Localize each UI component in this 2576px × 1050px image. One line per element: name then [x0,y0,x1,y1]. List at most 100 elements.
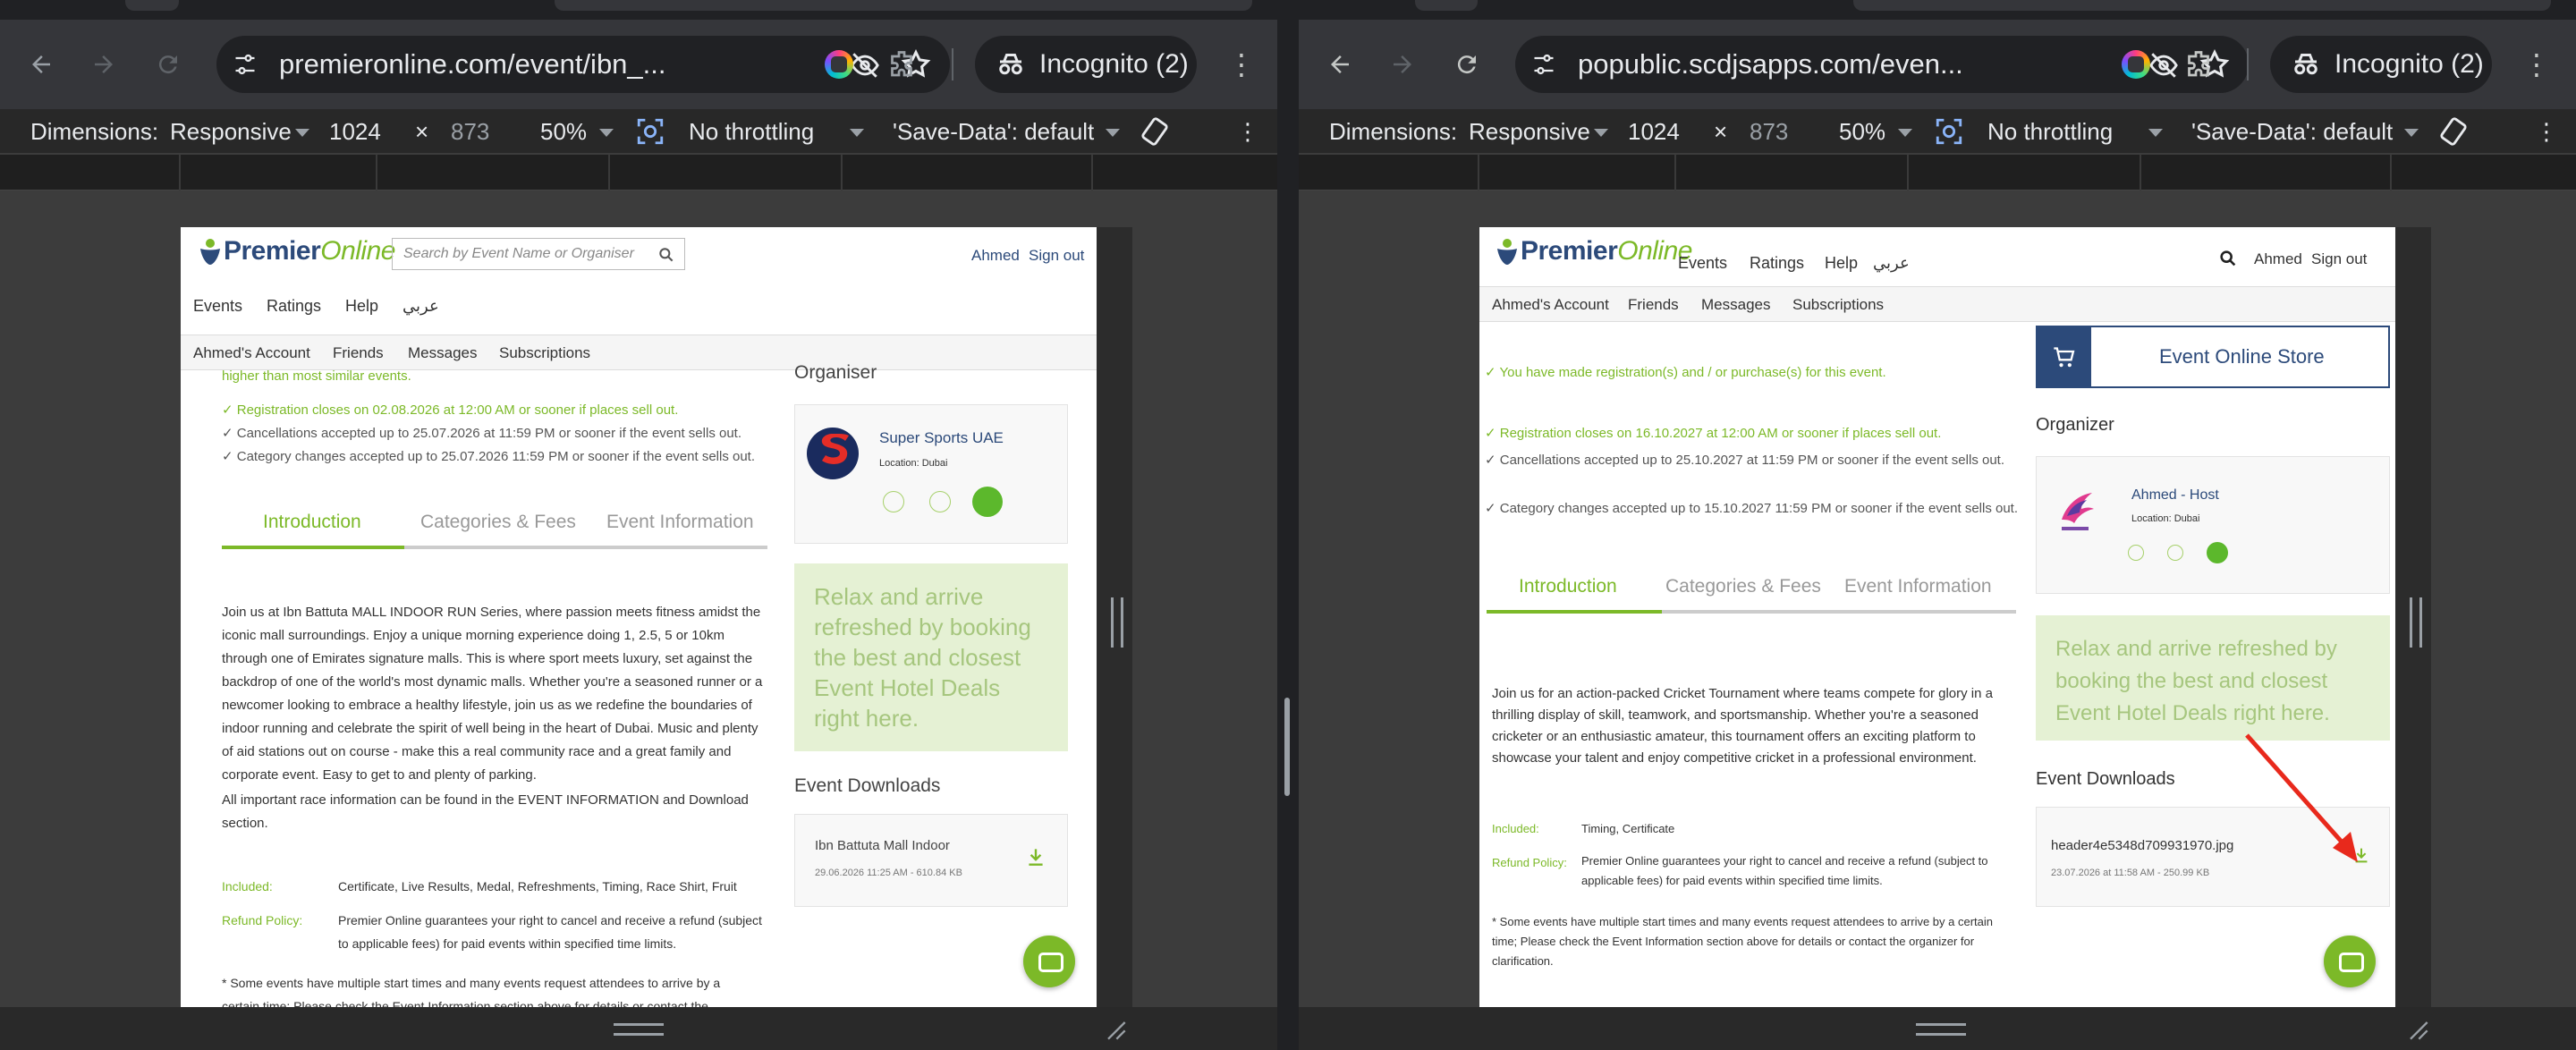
nav-arabic[interactable]: عربي [1873,254,1910,273]
user-link[interactable]: Ahmed [971,247,1020,265]
sign-out-link[interactable]: Sign out [1029,247,1084,265]
chat-button[interactable] [2324,936,2376,987]
site-settings-icon[interactable] [233,52,258,77]
nav-ratings[interactable]: Ratings [1750,254,1804,273]
reload-icon[interactable] [1449,47,1485,82]
rotate-icon[interactable] [2438,116,2469,147]
height-input[interactable]: 873 [451,116,489,147]
tab[interactable] [1853,0,2551,11]
premier-online-logo[interactable]: PremierOnline [1494,236,1692,267]
color-extension-icon[interactable] [2122,50,2150,79]
event-online-store-button[interactable]: Event Online Store [2036,326,2390,388]
save-data-select[interactable]: 'Save-Data': default [893,116,1094,147]
organizer-logo[interactable] [2053,484,2097,538]
refund-label: Refund Policy: [1492,856,1567,869]
user-link[interactable]: Ahmed [2254,250,2302,268]
subnav-subscriptions[interactable]: Subscriptions [499,344,590,362]
nav-events[interactable]: Events [193,297,242,316]
chat-button[interactable] [1023,936,1075,987]
site-settings-icon[interactable] [1531,52,1556,77]
tab-event-information[interactable]: Event Information [606,512,754,533]
check-icon: ✓ [222,402,237,418]
nav-events[interactable]: Events [1678,254,1727,273]
eye-off-icon[interactable] [2148,50,2179,80]
nav-help[interactable]: Help [1825,254,1858,273]
split-divider[interactable] [1277,0,1299,1050]
browser-menu-icon[interactable]: ⋮ [2522,45,2551,84]
hotel-deals-banner[interactable]: Relax and arrive refreshed by booking th… [794,563,1068,751]
search-input[interactable]: Search by Event Name or Organiser [392,238,685,270]
auto-adjust-zoom-icon[interactable] [635,116,665,147]
eye-off-icon[interactable] [850,50,880,80]
nav-arabic[interactable]: عربي [402,297,439,316]
back-icon[interactable] [23,47,59,82]
incognito-chip[interactable]: Incognito (2) [975,36,1197,93]
phone-icon[interactable] [2167,545,2183,561]
auto-adjust-zoom-icon[interactable] [1934,116,1964,147]
throttling-select[interactable]: No throttling [1987,116,2113,147]
download-item[interactable]: Ibn Battuta Mall Indoor 29.06.2026 11:25… [794,814,1068,907]
search-icon[interactable] [657,246,675,264]
color-extension-icon[interactable] [825,50,853,79]
resize-corner-icon[interactable] [1102,1016,1127,1041]
incognito-chip[interactable]: Incognito (2) [2270,36,2492,93]
subnav-messages[interactable]: Messages [408,344,477,362]
tab-event-information[interactable]: Event Information [1844,576,1992,597]
rotate-icon[interactable] [1140,116,1170,147]
subnav-subscriptions[interactable]: Subscriptions [1792,296,1884,314]
subnav-account[interactable]: Ahmed's Account [1492,296,1609,314]
width-input[interactable]: 1024 [329,116,381,147]
email-icon[interactable] [883,491,904,512]
forward-icon[interactable] [1385,47,1420,82]
resize-corner-icon[interactable] [2404,1016,2429,1041]
search-icon[interactable] [2218,249,2238,268]
sign-out-link[interactable]: Sign out [2311,250,2367,268]
extensions-puzzle-icon[interactable] [2182,48,2215,80]
resize-handle-bottom[interactable] [1916,1023,1966,1036]
back-icon[interactable] [1322,47,1358,82]
tab[interactable] [555,0,1252,11]
organiser-name[interactable]: Super Sports UAE [879,427,1004,450]
zoom-select[interactable]: 50% [1839,116,1885,147]
whatsapp-icon[interactable] [2207,542,2228,563]
registration-closes: ✓ Registration closes on 02.08.2026 at 1… [222,402,679,418]
subnav-messages[interactable]: Messages [1701,296,1770,314]
email-icon[interactable] [2128,545,2144,561]
split-handle[interactable] [1284,698,1290,796]
resize-handle-right[interactable] [2410,597,2422,648]
device-select[interactable]: Responsive [170,116,292,147]
nav-help[interactable]: Help [345,297,378,316]
tab-introduction[interactable]: Introduction [263,512,361,533]
subnav-account[interactable]: Ahmed's Account [193,344,310,362]
phone-icon[interactable] [929,491,951,512]
tab-categories-fees[interactable]: Categories & Fees [1665,576,1821,597]
throttling-select[interactable]: No throttling [689,116,814,147]
width-input[interactable]: 1024 [1628,116,1680,147]
height-input[interactable]: 873 [1750,116,1788,147]
subnav-friends[interactable]: Friends [1628,296,1679,314]
zoom-select[interactable]: 50% [540,116,587,147]
device-select[interactable]: Responsive [1469,116,1590,147]
nav-ratings[interactable]: Ratings [267,297,321,316]
tab-introduction[interactable]: Introduction [1519,576,1617,597]
page-viewport-right: PremierOnline Events Ratings Help عربي A… [1479,227,2395,1007]
whatsapp-icon[interactable] [972,487,1003,517]
premier-online-logo[interactable]: PremierOnline [197,236,395,267]
extensions-puzzle-icon[interactable] [886,48,918,80]
tab[interactable] [125,0,179,11]
resize-handle-bottom[interactable] [614,1023,664,1036]
super-sports-logo[interactable] [806,427,860,480]
download-icon[interactable] [1024,845,1047,868]
hotel-deals-banner[interactable]: Relax and arrive refreshed by booking th… [2036,615,2390,741]
subnav-friends[interactable]: Friends [333,344,384,362]
organizer-name[interactable]: Ahmed - Host [2131,484,2219,507]
forward-icon[interactable] [86,47,122,82]
reload-icon[interactable] [150,47,186,82]
tab[interactable] [1415,0,1478,11]
devtools-more-icon[interactable]: ⋮ [2535,116,2558,147]
devtools-more-icon[interactable]: ⋮ [1236,116,1259,147]
save-data-select[interactable]: 'Save-Data': default [2191,116,2393,147]
resize-handle-right[interactable] [1111,597,1123,648]
tab-categories-fees[interactable]: Categories & Fees [420,512,576,533]
browser-menu-icon[interactable]: ⋮ [1227,45,1256,84]
